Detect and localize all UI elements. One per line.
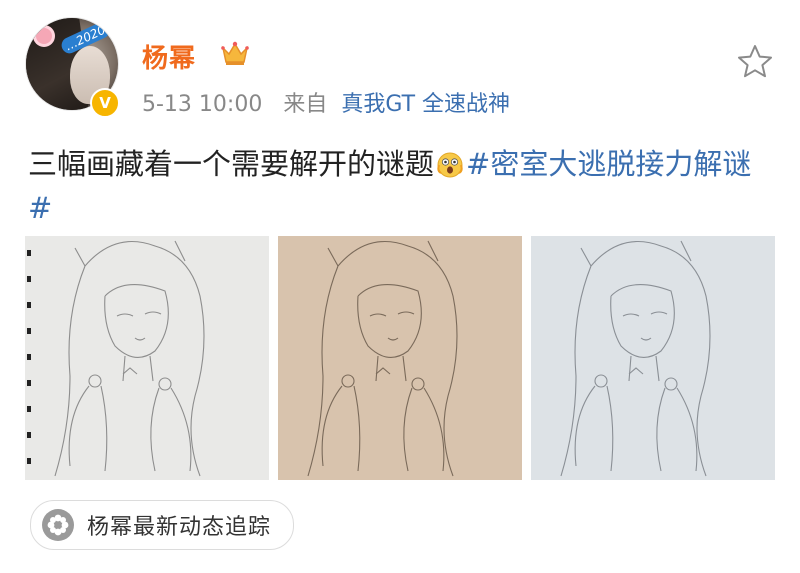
sketch-drawing [25, 236, 269, 480]
source-link[interactable]: 真我GT 全速战神 [341, 92, 510, 117]
flower-decoration-icon [36, 28, 52, 44]
crown-icon[interactable] [220, 38, 250, 68]
post-text: 三幅画藏着一个需要解开的谜题 [28, 147, 435, 181]
username[interactable]: 杨幂 [142, 38, 196, 75]
topic-tag-label: 杨幂最新动态追踪 [87, 515, 272, 540]
topic-tag-pill[interactable]: 杨幂最新动态追踪 [30, 500, 295, 550]
post-body: 三幅画藏着一个需要解开的谜题 #密室大逃脱接力解谜# [28, 142, 758, 230]
post-meta: 5-13 10:00 来自 真我GT 全速战神 [142, 86, 510, 118]
post-time: 5-13 10:00 [142, 92, 263, 117]
astonished-emoji-icon [437, 152, 463, 178]
post-image-3[interactable] [531, 236, 775, 480]
sketch-drawing [278, 236, 522, 480]
image-grid [25, 236, 775, 480]
sketch-drawing [531, 236, 775, 480]
post-image-2[interactable] [278, 236, 522, 480]
post-image-1[interactable] [25, 236, 269, 480]
source-prefix: 来自 [283, 92, 328, 117]
verified-icon: V [90, 88, 120, 118]
star-icon[interactable] [735, 42, 775, 82]
flower-tag-icon [42, 509, 74, 541]
